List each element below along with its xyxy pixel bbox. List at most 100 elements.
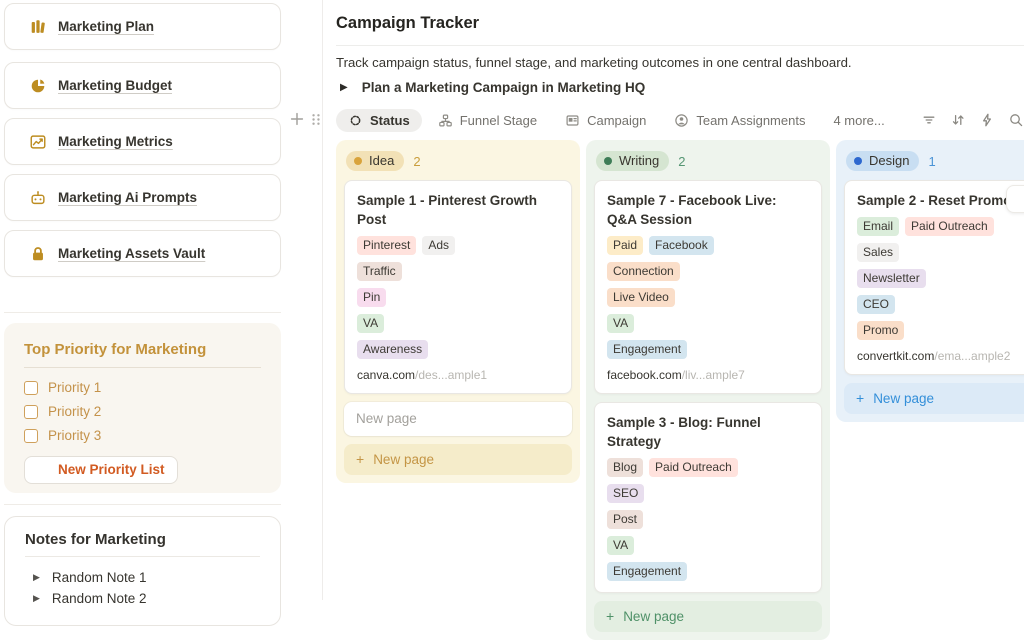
column-status-pill[interactable]: Writing bbox=[596, 151, 669, 171]
top-priority-section: Top Priority for Marketing Priority 1 Pri… bbox=[4, 323, 281, 493]
line-chart-icon bbox=[29, 133, 47, 151]
priority-item[interactable]: Priority 3 bbox=[24, 428, 261, 443]
sidebar-item-marketing-metrics[interactable]: Marketing Metrics bbox=[4, 118, 281, 165]
page-description: Track campaign status, funnel stage, and… bbox=[336, 55, 852, 70]
card-hover-button[interactable] bbox=[1006, 185, 1024, 213]
new-priority-list-button[interactable]: New Priority List bbox=[24, 456, 178, 484]
new-page-inline-input[interactable]: New page bbox=[344, 402, 572, 436]
tag-row: Newsletter bbox=[857, 269, 1024, 288]
tag-engagement: Engagement bbox=[607, 562, 687, 581]
tag-row: SEO bbox=[607, 484, 809, 503]
new-page-button-label: New page bbox=[873, 391, 934, 406]
pane-separator bbox=[322, 0, 323, 600]
board-card[interactable]: Sample 1 - Pinterest Growth Post Pinteres… bbox=[344, 180, 572, 394]
checkbox[interactable] bbox=[24, 381, 38, 395]
more-views-button[interactable]: 4 more... bbox=[833, 113, 884, 128]
card-title: Sample 1 - Pinterest Growth Post bbox=[357, 191, 559, 229]
tag-awareness: Awareness bbox=[357, 340, 428, 359]
new-page-button-label: New page bbox=[373, 452, 434, 467]
toggle-plan-campaign[interactable]: ▶ Plan a Marketing Campaign in Marketing… bbox=[340, 80, 645, 95]
filter-icon[interactable] bbox=[921, 112, 937, 128]
checkbox[interactable] bbox=[24, 429, 38, 443]
tab-status[interactable]: Status bbox=[336, 109, 422, 132]
tab-funnel-stage[interactable]: Funnel Stage bbox=[438, 113, 537, 128]
cursor-click-icon bbox=[35, 462, 50, 477]
sidebar-item-label: Marketing Assets Vault bbox=[58, 246, 205, 261]
link-path: /liv...ample7 bbox=[682, 368, 745, 382]
status-spinner-icon bbox=[348, 113, 363, 128]
tag-pinterest: Pinterest bbox=[357, 236, 416, 255]
tag-engagement: Engagement bbox=[607, 340, 687, 359]
top-priority-title: Top Priority for Marketing bbox=[24, 341, 261, 358]
note-label: Random Note 2 bbox=[52, 591, 147, 606]
priority-item[interactable]: Priority 1 bbox=[24, 380, 261, 395]
tag-facebook: Facebook bbox=[649, 236, 714, 255]
link-domain: canva.com bbox=[357, 368, 415, 382]
sidebar-item-label: Marketing Budget bbox=[58, 78, 172, 93]
tag-row: VA bbox=[607, 314, 809, 333]
priority-item[interactable]: Priority 2 bbox=[24, 404, 261, 419]
link-domain: facebook.com bbox=[607, 368, 682, 382]
priority-label: Priority 3 bbox=[48, 428, 101, 443]
tab-team-assignments[interactable]: Team Assignments bbox=[674, 113, 805, 128]
title-divider bbox=[336, 45, 1024, 46]
tag-live-video: Live Video bbox=[607, 288, 675, 307]
sidebar-item-label: Marketing Plan bbox=[58, 19, 154, 34]
tag-row: Engagement bbox=[607, 562, 809, 581]
tab-campaign[interactable]: Campaign bbox=[565, 113, 646, 128]
tag-va: VA bbox=[607, 536, 634, 555]
note-toggle-item[interactable]: ▶Random Note 2 bbox=[25, 588, 260, 609]
sidebar-item-marketing-assets-vault[interactable]: Marketing Assets Vault bbox=[4, 230, 281, 277]
new-page-button-label: New page bbox=[623, 609, 684, 624]
board-card[interactable]: Sample 2 - Reset Promo EmEmailPaid Outre… bbox=[844, 180, 1024, 375]
drag-handle-icon[interactable] bbox=[309, 111, 323, 128]
sidebar-item-marketing-plan[interactable]: Marketing Plan bbox=[4, 3, 281, 50]
column-count: 2 bbox=[413, 154, 420, 169]
tab-label: Funnel Stage bbox=[460, 113, 537, 128]
tab-label: Campaign bbox=[587, 113, 646, 128]
tag-traffic: Traffic bbox=[357, 262, 402, 281]
tag-paid: Paid bbox=[607, 236, 643, 255]
sidebar-divider bbox=[4, 312, 281, 313]
card-link: canva.com/des...ample1 bbox=[357, 368, 559, 382]
sidebar-item-label: Marketing Ai Prompts bbox=[58, 190, 197, 205]
tag-ads: Ads bbox=[422, 236, 455, 255]
tag-row: Pinterest Ads bbox=[357, 236, 559, 255]
tag-row: VA bbox=[357, 314, 559, 333]
robot-icon bbox=[29, 189, 47, 207]
column-status-pill[interactable]: Design bbox=[846, 151, 919, 171]
sidebar-item-marketing-ai-prompts[interactable]: Marketing Ai Prompts bbox=[4, 174, 281, 221]
board-card[interactable]: Sample 7 - Facebook Live: Q&A SessionPai… bbox=[594, 180, 822, 394]
checkbox[interactable] bbox=[24, 405, 38, 419]
books-icon bbox=[29, 18, 47, 36]
new-page-button[interactable]: +New page bbox=[344, 444, 572, 475]
column-name: Writing bbox=[619, 153, 659, 168]
tag-row: Post bbox=[607, 510, 809, 529]
board-card[interactable]: Sample 3 - Blog: Funnel StrategyBlogPaid… bbox=[594, 402, 822, 593]
link-path: /ema...ample2 bbox=[934, 349, 1010, 363]
lock-icon bbox=[29, 245, 47, 263]
status-dot bbox=[354, 157, 362, 165]
column-header: Design1 bbox=[844, 148, 1024, 180]
sidebar-item-marketing-budget[interactable]: Marketing Budget bbox=[4, 62, 281, 109]
person-icon bbox=[674, 113, 689, 128]
tag-row: Live Video bbox=[607, 288, 809, 307]
board-column-writing: Writing2Sample 7 - Facebook Live: Q&A Se… bbox=[586, 140, 830, 640]
card-link: convertkit.com/ema...ample2 bbox=[857, 349, 1024, 363]
tag-row: Connection bbox=[607, 262, 809, 281]
plus-icon: + bbox=[856, 390, 864, 406]
column-status-pill[interactable]: Idea bbox=[346, 151, 404, 171]
add-block-icon[interactable] bbox=[288, 110, 306, 128]
lightning-icon[interactable] bbox=[979, 112, 995, 128]
search-icon[interactable] bbox=[1008, 112, 1024, 128]
new-page-button[interactable]: + New page bbox=[844, 383, 1024, 414]
priority-label: Priority 1 bbox=[48, 380, 101, 395]
board-column-design: Design1Sample 2 - Reset Promo EmEmailPai… bbox=[836, 140, 1024, 422]
tag-seo: SEO bbox=[607, 484, 644, 503]
note-toggle-item[interactable]: ▶Random Note 1 bbox=[25, 567, 260, 588]
toggle-label: Plan a Marketing Campaign in Marketing H… bbox=[362, 80, 646, 95]
sort-icon[interactable] bbox=[950, 112, 966, 128]
tag-row: Pin bbox=[357, 288, 559, 307]
new-page-button[interactable]: +New page bbox=[594, 601, 822, 632]
column-header: Idea 2 bbox=[344, 148, 572, 180]
